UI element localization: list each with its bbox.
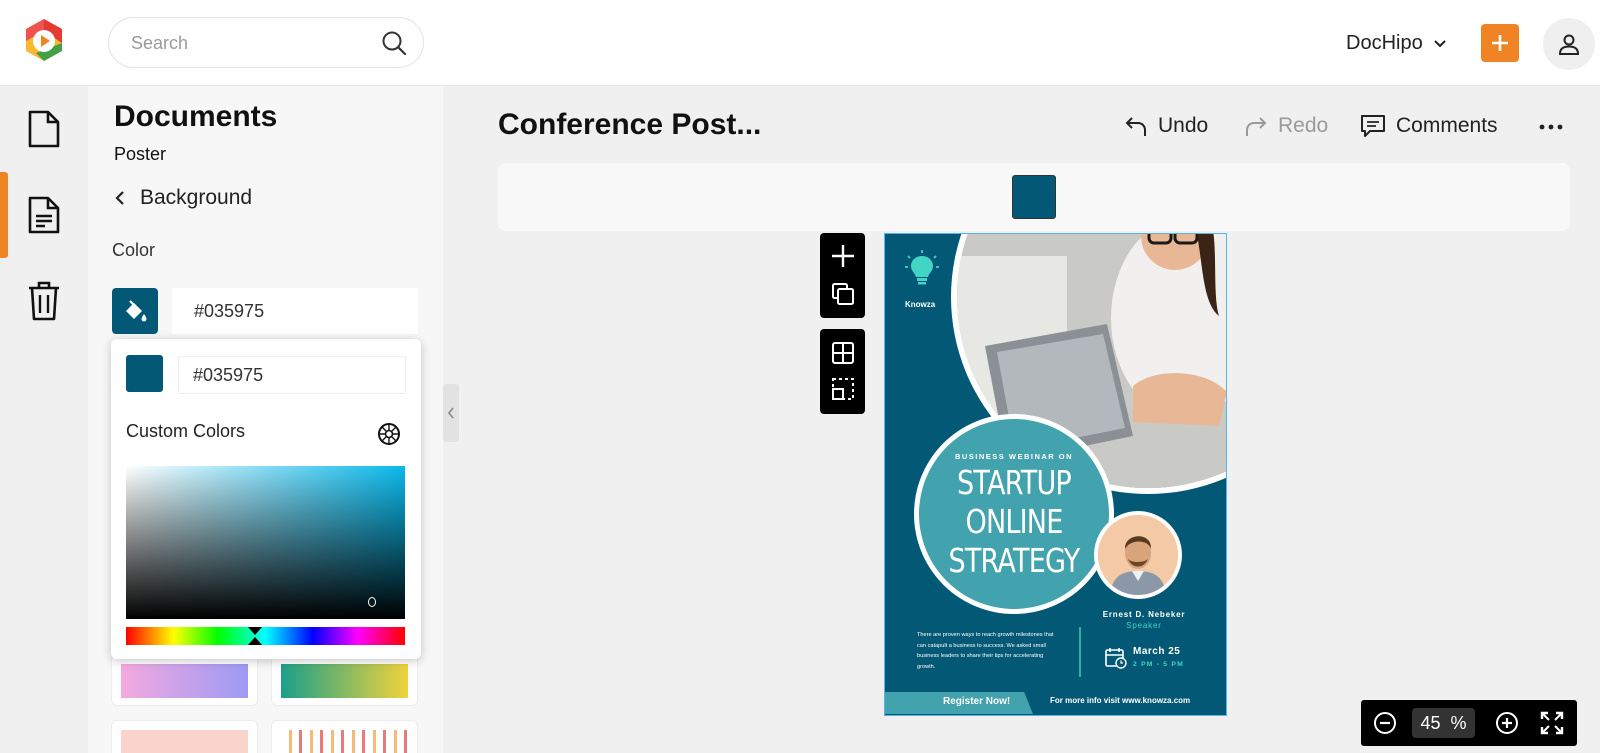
background-preset-pattern[interactable]	[271, 720, 418, 753]
search-box[interactable]	[108, 17, 424, 68]
poster-headline-2[interactable]: ONLINE	[936, 502, 1092, 541]
panel-subtitle: Poster	[114, 144, 167, 164]
undo-icon	[1125, 117, 1146, 136]
speaker-photo	[1098, 515, 1178, 595]
zoom-in-button[interactable]	[1492, 708, 1522, 738]
create-new-button[interactable]	[1481, 24, 1519, 62]
fill-color-button[interactable]	[112, 288, 158, 334]
dochipo-logo[interactable]	[22, 17, 66, 63]
color-wheel-icon[interactable]	[377, 422, 401, 446]
more-options-button[interactable]	[1536, 112, 1566, 142]
more-horizontal-icon	[1539, 124, 1563, 130]
comment-icon	[1361, 115, 1385, 137]
color-label: Color	[112, 240, 156, 260]
background-color-swatch[interactable]	[1012, 175, 1056, 219]
background-preset-green-gradient[interactable]	[271, 654, 418, 706]
poster-body-text[interactable]: There are proven ways to reach growth mi…	[917, 630, 1062, 672]
more-info-text[interactable]: For more info visit www.knowza.com	[1050, 696, 1190, 705]
saturation-value-area[interactable]	[126, 466, 405, 619]
background-preset-pink-gradient[interactable]	[111, 654, 258, 706]
redo-label: Redo	[1278, 114, 1329, 137]
zoom-unit: %	[1450, 712, 1467, 733]
event-time[interactable]: 2 PM - 5 PM	[1133, 661, 1184, 668]
zoom-in-icon	[1496, 712, 1518, 734]
speaker-name[interactable]: Ernest D. Nebeker	[1094, 610, 1194, 619]
search-icon[interactable]	[381, 30, 407, 56]
brand-name: Knowza	[905, 300, 936, 309]
poster-divider	[1079, 627, 1081, 677]
color-picker-popover: Custom Colors	[111, 339, 421, 659]
page-tools-group	[820, 233, 865, 318]
document-icon	[28, 110, 60, 148]
zoom-out-icon	[1374, 712, 1396, 734]
undo-button[interactable]: Undo	[1124, 110, 1208, 142]
document-title[interactable]: Conference Post...	[498, 108, 761, 142]
search-input[interactable]	[131, 31, 361, 55]
chevron-left-icon	[115, 191, 124, 205]
resize-icon[interactable]	[831, 377, 855, 406]
picker-hex-input[interactable]	[178, 356, 406, 394]
poster-headline-3[interactable]: STRATEGY	[936, 541, 1092, 580]
plus-icon	[1492, 35, 1508, 51]
background-preset-floral[interactable]	[111, 720, 258, 753]
account-avatar[interactable]	[1543, 18, 1595, 70]
grid-layout-icon[interactable]	[831, 341, 855, 370]
back-to-background[interactable]: Background	[114, 186, 252, 210]
poster-brand[interactable]: Knowza	[905, 250, 939, 309]
team-name: DocHipo	[1346, 31, 1423, 54]
poster-kicker[interactable]: BUSINESS WEBINAR ON	[919, 452, 1109, 461]
headline-circle: BUSINESS WEBINAR ON STARTUP ONLINE STRAT…	[914, 414, 1114, 614]
lightbulb-icon	[905, 250, 939, 285]
color-hex-input[interactable]	[172, 288, 418, 334]
redo-icon	[1246, 117, 1267, 136]
chevron-down-icon	[1433, 32, 1447, 55]
saturation-handle[interactable]	[368, 597, 376, 607]
event-date[interactable]: March 25	[1133, 646, 1180, 657]
poster-headline-1[interactable]: STARTUP	[936, 463, 1092, 502]
zoom-out-button[interactable]	[1370, 708, 1400, 738]
layout-tools-group	[820, 329, 865, 414]
zoom-controls: 45 %	[1361, 700, 1577, 746]
hue-handle[interactable]	[248, 627, 262, 645]
rail-trash[interactable]	[0, 258, 88, 344]
calendar-icon	[1105, 647, 1127, 674]
register-banner[interactable]: Register Now!	[885, 692, 1033, 714]
custom-colors-label: Custom Colors	[126, 421, 246, 441]
poster-canvas[interactable]: Knowza BUSINESS WEBINAR ON STARTUP ONLIN…	[884, 233, 1227, 716]
collapse-panel-button[interactable]	[443, 384, 459, 442]
speaker-role[interactable]: Speaker	[1094, 621, 1194, 630]
chevron-left-icon	[447, 407, 454, 419]
speaker-photo-frame	[1094, 511, 1182, 599]
top-bar: DocHipo	[0, 0, 1600, 86]
rail-documents[interactable]	[0, 86, 88, 172]
comments-button[interactable]: Comments	[1360, 110, 1498, 142]
comments-label: Comments	[1396, 114, 1498, 137]
zoom-value: 45	[1420, 712, 1441, 733]
undo-label: Undo	[1158, 114, 1209, 137]
expand-icon	[1540, 711, 1564, 735]
hue-slider[interactable]	[126, 627, 405, 645]
panel-title: Documents	[114, 100, 278, 133]
back-label: Background	[140, 186, 253, 209]
trash-icon	[29, 281, 59, 321]
duplicate-page-icon[interactable]	[831, 282, 855, 311]
rail-templates[interactable]	[0, 172, 88, 258]
user-icon	[1558, 34, 1580, 55]
left-rail	[0, 86, 88, 753]
current-color-swatch	[126, 355, 163, 392]
register-label: Register Now!	[943, 696, 1011, 707]
redo-button[interactable]: Redo	[1244, 110, 1328, 142]
file-text-icon	[28, 196, 60, 234]
team-switcher[interactable]: DocHipo	[1346, 28, 1447, 58]
zoom-level[interactable]: 45 %	[1412, 708, 1475, 738]
paint-bucket-icon	[126, 300, 147, 322]
add-page-icon[interactable]	[830, 243, 856, 274]
fit-to-screen-button[interactable]	[1537, 708, 1567, 738]
